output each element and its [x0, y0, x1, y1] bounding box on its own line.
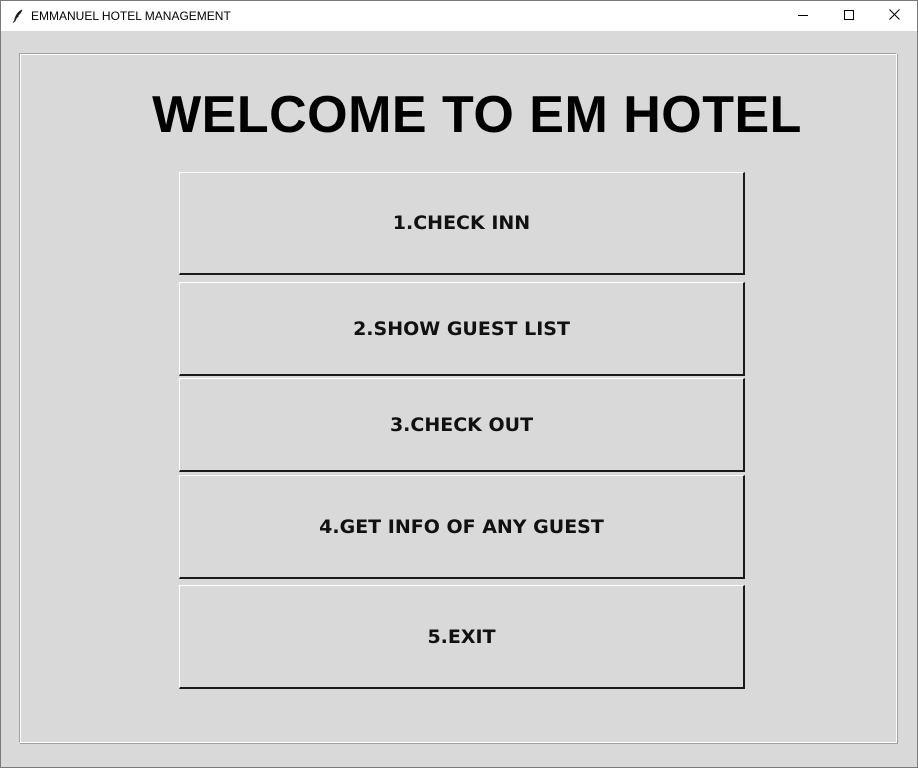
- exit-button[interactable]: 5.EXIT: [179, 585, 745, 689]
- check-in-button[interactable]: 1.CHECK INN: [179, 172, 745, 275]
- maximize-button[interactable]: [826, 1, 872, 31]
- check-out-button[interactable]: 3.CHECK OUT: [179, 378, 745, 472]
- main-area: WELCOME TO EM HOTEL 1.CHECK INN 2.SHOW G…: [1, 31, 917, 767]
- app-window: EMMANUEL HOTEL MANAGEMENT WELCOME TO EM …: [0, 0, 918, 768]
- minimize-button[interactable]: [780, 1, 826, 31]
- welcome-heading: WELCOME TO EM HOTEL: [152, 86, 802, 144]
- window-title: EMMANUEL HOTEL MANAGEMENT: [31, 9, 231, 23]
- check-in-label: 1.CHECK INN: [392, 212, 531, 234]
- close-icon: [888, 7, 900, 25]
- minimize-icon: [798, 7, 808, 25]
- get-guest-info-label: 4.GET INFO OF ANY GUEST: [319, 515, 604, 538]
- check-out-label: 3.CHECK OUT: [389, 413, 534, 436]
- maximize-icon: [844, 7, 854, 25]
- feather-icon: [12, 9, 24, 23]
- show-guest-list-button[interactable]: 2.SHOW GUEST LIST: [179, 282, 745, 376]
- get-guest-info-button[interactable]: 4.GET INFO OF ANY GUEST: [179, 475, 745, 579]
- show-guest-list-label: 2.SHOW GUEST LIST: [353, 317, 570, 340]
- close-button[interactable]: [871, 1, 917, 31]
- title-bar[interactable]: EMMANUEL HOTEL MANAGEMENT: [1, 1, 917, 31]
- exit-label: 5.EXIT: [427, 625, 496, 648]
